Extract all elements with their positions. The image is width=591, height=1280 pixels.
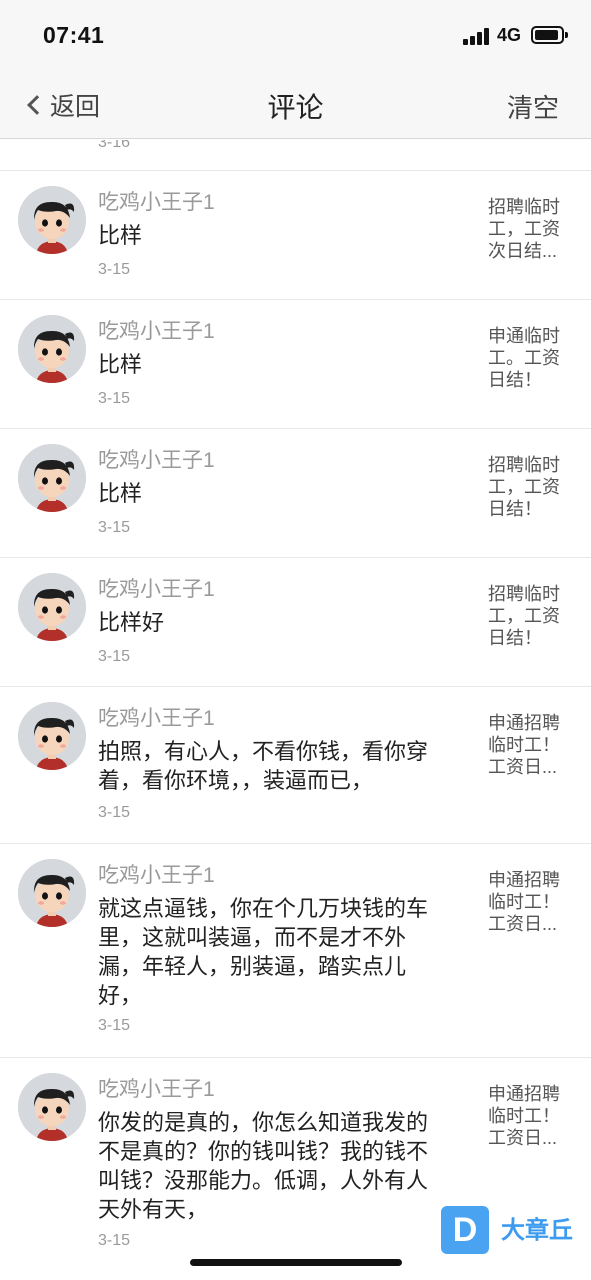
network-type: 4G [497,25,522,45]
comment-author[interactable]: 吃鸡小王子1 [98,1073,215,1103]
comment-text: 比样 [98,352,143,377]
status-time: 07:41 [43,22,105,48]
comment-row[interactable]: 吃鸡小王子1 比样 3-15 招聘临时工，工资日结！ [0,429,591,558]
comment-text: 拍照，有心人，不看你钱，看你穿着，看你环境，，装逼而已， [98,739,429,793]
comment-row[interactable]: 吃鸡小王子1 比样 3-15 申通临时工。工资日结！ [0,300,591,429]
list-item-partial: 3-16 [0,140,591,171]
comment-row[interactable]: 吃鸡小王子1 拍照，有心人，不看你钱，看你穿着，看你环境，，装逼而已， 3-15… [0,687,591,844]
comment-date: 3-15 [98,1232,131,1249]
referenced-post[interactable]: 招聘临时工，工资日结！ [488,583,568,649]
watermark-icon: D [441,1206,489,1254]
watermark-text: 大章丘 [501,1217,573,1244]
comment-list[interactable]: 3-16 吃鸡小王子1 比样 3-15 招聘临时工，工资次日结... 吃鸡小王子… [0,140,591,1280]
comment-author[interactable]: 吃鸡小王子1 [98,859,215,889]
nav-bar: 返回 评论 清空 [0,72,591,139]
watermark-logo: D 大章丘 [441,1206,581,1254]
comment-author[interactable]: 吃鸡小王子1 [98,573,215,603]
comment-text: 比样 [98,223,143,248]
comment-date: 3-15 [98,804,131,821]
avatar[interactable] [18,315,86,383]
avatar[interactable] [18,444,86,512]
home-indicator[interactable] [190,1259,402,1266]
avatar[interactable] [18,859,86,927]
comment-date: 3-15 [98,1017,131,1034]
referenced-post[interactable]: 招聘临时工，工资次日结... [488,196,568,262]
comment-author[interactable]: 吃鸡小王子1 [98,186,215,216]
page-title: 评论 [267,92,324,123]
status-bar: 07:41 4G [0,0,591,72]
comment-text: 就这点逼钱，你在个几万块钱的车里，这就叫装逼，而不是才不外漏，年轻人，别装逼，踏… [98,896,429,1008]
comment-author[interactable]: 吃鸡小王子1 [98,315,215,345]
comment-author[interactable]: 吃鸡小王子1 [98,444,215,474]
referenced-post[interactable]: 申通临时工。工资日结！ [488,325,568,391]
comment-date: 3-15 [98,261,131,278]
referenced-post[interactable]: 申通招聘临时工！工资日... [488,712,568,778]
comment-row[interactable]: 吃鸡小王子1 比样 3-15 招聘临时工，工资次日结... [0,171,591,300]
referenced-post[interactable]: 申通招聘临时工！工资日... [488,1083,568,1149]
comment-text: 比样 [98,481,143,506]
avatar[interactable] [18,573,86,641]
clear-button[interactable]: 清空 [507,88,559,125]
signal-bars-icon [463,27,491,45]
comment-text: 比样好 [98,610,165,635]
comment-text: 你发的是真的，你怎么知道我发的不是真的？你的钱叫钱？我的钱不叫钱？没那能力。低调… [98,1110,429,1222]
comment-date: 3-15 [98,390,131,407]
referenced-post[interactable]: 申通招聘临时工！工资日... [488,869,568,935]
comment-author[interactable]: 吃鸡小王子1 [98,702,215,732]
comment-date: 3-15 [98,648,131,665]
referenced-post[interactable]: 招聘临时工，工资日结！ [488,454,568,520]
comment-date: 3-15 [98,519,131,536]
avatar[interactable] [18,702,86,770]
avatar[interactable] [18,1073,86,1141]
battery-icon [531,26,568,44]
comment-row[interactable]: 吃鸡小王子1 就这点逼钱，你在个几万块钱的车里，这就叫装逼，而不是才不外漏，年轻… [0,844,591,1058]
comment-row[interactable]: 吃鸡小王子1 比样好 3-15 招聘临时工，工资日结！ [0,558,591,687]
comment-date: 3-16 [98,140,131,151]
avatar[interactable] [18,186,86,254]
